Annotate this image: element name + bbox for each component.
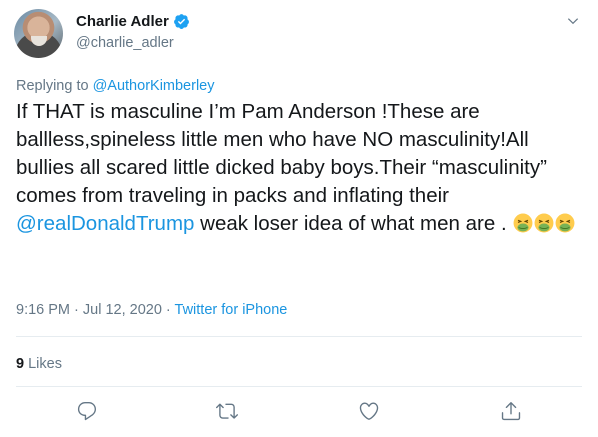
meta-separator: · — [70, 302, 83, 318]
tweet-date[interactable]: Jul 12, 2020 — [83, 302, 162, 318]
tweet-source-link[interactable]: Twitter for iPhone — [175, 302, 288, 318]
nauseated-face-icon — [513, 213, 533, 233]
retweet-button[interactable] — [216, 400, 238, 422]
tweet-time[interactable]: 9:16 PM — [16, 302, 70, 318]
tweet-text-part2: weak loser idea of what men are . — [194, 212, 513, 235]
reply-mention-link[interactable]: @AuthorKimberley — [93, 78, 215, 94]
tweet-mention-link[interactable]: @realDonaldTrump — [16, 212, 194, 235]
divider — [16, 386, 582, 387]
replying-to: Replying to @AuthorKimberley — [16, 78, 214, 94]
tweet-card: Charlie Adler @charlie_adler Replying to… — [0, 0, 598, 437]
divider — [16, 336, 582, 337]
like-button[interactable] — [358, 400, 380, 422]
chevron-down-icon[interactable] — [566, 14, 580, 28]
likes-stat[interactable]: 9 Likes — [16, 356, 62, 372]
avatar-beard — [31, 36, 47, 46]
tweet-meta: 9:16 PM · Jul 12, 2020 · Twitter for iPh… — [16, 302, 287, 318]
reply-icon — [77, 402, 97, 421]
meta-separator-2: · — [161, 302, 175, 318]
author-name-row: Charlie Adler — [76, 13, 190, 30]
replying-prefix: Replying to — [16, 78, 93, 94]
nauseated-face-icon — [534, 213, 554, 233]
likes-label: Likes — [28, 356, 62, 372]
share-icon — [501, 402, 521, 421]
author-handle[interactable]: @charlie_adler — [76, 35, 174, 51]
tweet-text-part1: If THAT is masculine I’m Pam Anderson !T… — [16, 100, 553, 207]
retweet-icon — [216, 403, 238, 419]
share-button[interactable] — [500, 400, 522, 422]
nauseated-face-icon — [555, 213, 575, 233]
tweet-text: If THAT is masculine I’m Pam Anderson !T… — [16, 98, 586, 238]
reply-button[interactable] — [76, 400, 98, 422]
author-display-name[interactable]: Charlie Adler — [76, 13, 169, 30]
avatar[interactable] — [14, 9, 63, 58]
action-bar — [0, 400, 598, 424]
verified-badge-icon — [173, 14, 189, 29]
likes-count: 9 — [16, 356, 25, 372]
heart-icon — [359, 402, 379, 420]
